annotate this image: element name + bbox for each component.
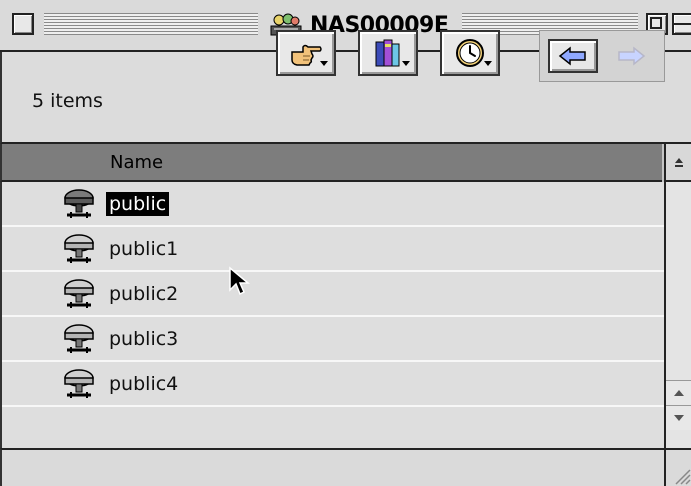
file-list: public public1 public2 public3 public4 bbox=[0, 182, 664, 448]
books-icon bbox=[375, 39, 400, 67]
list-item[interactable]: public1 bbox=[2, 227, 664, 272]
list-item[interactable]: public2 bbox=[2, 272, 664, 317]
scroll-up-button[interactable] bbox=[666, 380, 691, 405]
network-volume-icon bbox=[64, 369, 94, 398]
close-box[interactable] bbox=[12, 13, 34, 35]
back-arrow-icon bbox=[558, 46, 586, 66]
finder-window: NAS00009E 5 items Name public public1 pu… bbox=[0, 0, 691, 486]
network-volume-icon bbox=[64, 279, 94, 308]
item-name[interactable]: public2 bbox=[106, 282, 181, 306]
favorites-menu-button[interactable] bbox=[358, 30, 418, 76]
vertical-scrollbar[interactable] bbox=[664, 182, 691, 448]
name-column-header[interactable]: Name bbox=[0, 144, 662, 182]
down-arrow-icon bbox=[673, 415, 684, 421]
menu-arrow-icon bbox=[484, 61, 492, 66]
navigation-buttons bbox=[539, 30, 665, 82]
collapse-box[interactable] bbox=[672, 13, 691, 35]
back-button[interactable] bbox=[548, 39, 598, 73]
list-item[interactable]: public bbox=[2, 182, 664, 227]
network-volume-icon bbox=[64, 234, 94, 263]
forward-arrow-icon bbox=[618, 46, 646, 66]
title-bar-stripes-left bbox=[44, 13, 258, 35]
list-item[interactable]: public3 bbox=[2, 317, 664, 362]
item-name[interactable]: public bbox=[106, 192, 170, 216]
mouse-pointer-icon bbox=[229, 266, 251, 296]
resize-grip[interactable] bbox=[664, 448, 691, 486]
resize-grip-icon bbox=[675, 469, 691, 485]
network-volume-icon bbox=[64, 189, 94, 218]
pointing-hand-icon bbox=[291, 44, 322, 66]
horizontal-scrollbar[interactable] bbox=[0, 448, 664, 486]
clock-icon bbox=[456, 39, 484, 67]
up-arrow-icon bbox=[673, 390, 684, 396]
menu-arrow-icon bbox=[320, 61, 328, 66]
item-name[interactable]: public1 bbox=[106, 237, 181, 261]
recent-items-menu-button[interactable] bbox=[440, 30, 500, 76]
pointing-hand-menu-button[interactable] bbox=[276, 30, 336, 76]
item-name[interactable]: public3 bbox=[106, 327, 181, 351]
column-label-name: Name bbox=[110, 152, 164, 173]
menu-arrow-icon bbox=[402, 61, 410, 66]
scroll-down-button[interactable] bbox=[666, 405, 691, 430]
sort-order-icon bbox=[674, 158, 683, 167]
item-name[interactable]: public4 bbox=[106, 372, 181, 396]
item-count: 5 items bbox=[32, 90, 103, 112]
sort-direction-button[interactable] bbox=[664, 144, 691, 182]
list-item[interactable]: public4 bbox=[2, 362, 664, 407]
forward-button[interactable] bbox=[606, 39, 656, 73]
network-volume-icon bbox=[64, 324, 94, 353]
